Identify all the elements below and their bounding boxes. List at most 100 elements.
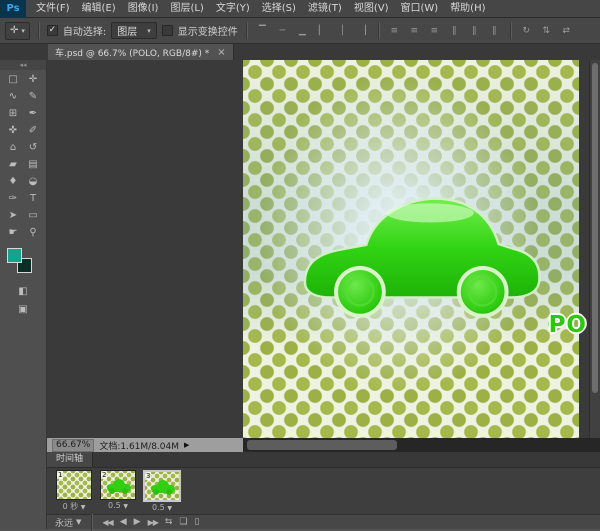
timeline-frames: 1 0 秒 ▼ 2 0.5 ▼ 3 0.5 ▼: [47, 467, 600, 514]
healing-brush-tool[interactable]: ✜: [3, 122, 23, 139]
delete-frame-button[interactable]: ▯: [195, 517, 200, 527]
distribute-top-icon[interactable]: ≡: [387, 23, 402, 39]
frame-number: 1: [57, 471, 64, 479]
gradient-tool[interactable]: ▤: [23, 156, 43, 173]
canvas-area[interactable]: PO: [47, 60, 600, 438]
chevron-down-icon: ▼: [123, 503, 128, 510]
auto-select-checkbox[interactable]: ✓: [46, 25, 58, 36]
options-bar: ✛ ▾ ✓ 自动选择: 图层 ▾ 显示变换控件 ▔ ─ ▁ ▏ │ ▕ ≡ ≡ …: [0, 18, 600, 44]
dodge-tool[interactable]: ◒: [23, 173, 43, 190]
brush-tool[interactable]: ✐: [23, 122, 43, 139]
divider: [245, 22, 247, 39]
frame-thumbnail[interactable]: 1: [56, 470, 92, 500]
menu-edit[interactable]: 编辑(E): [76, 0, 122, 18]
rectangular-marquee-tool[interactable]: □: [3, 71, 23, 88]
align-vertical-centers-icon[interactable]: ─: [275, 23, 290, 39]
frame-delay-selector[interactable]: 0.5 ▼: [142, 503, 182, 512]
3d-drag-icon[interactable]: ⇄: [559, 23, 574, 39]
loop-count-dropdown[interactable]: 永远 ▼: [55, 516, 81, 529]
tools-panel: ◂◂ □ ✛ ∿ ✎ ⊞ ✒ ✜ ✐ ⌂ ↺ ▰ ▤ ♦ ◒ ✑ T ➤ ▭ ☛…: [0, 60, 47, 529]
first-frame-button[interactable]: ◀◀: [102, 518, 113, 527]
screen-mode-button[interactable]: ▣: [18, 302, 27, 316]
auto-select-target-value: 图层: [117, 27, 138, 38]
auto-select-target-dropdown[interactable]: 图层 ▾: [111, 22, 157, 39]
shape-tool[interactable]: ▭: [23, 207, 43, 224]
tween-button[interactable]: ⇆: [165, 517, 173, 527]
vertical-scrollbar-thumb[interactable]: [592, 63, 598, 393]
previous-frame-button[interactable]: ◀: [120, 517, 127, 527]
divider: [509, 22, 511, 39]
menu-view[interactable]: 视图(V): [348, 0, 395, 18]
horizontal-scrollbar[interactable]: [243, 438, 600, 452]
eraser-tool[interactable]: ▰: [3, 156, 23, 173]
frame-delay-selector[interactable]: 0 秒 ▼: [54, 501, 94, 512]
next-frame-button[interactable]: ▶▶: [148, 518, 159, 527]
document-image[interactable]: PO: [243, 60, 586, 438]
animation-frame-3-selected[interactable]: 3 0.5 ▼: [142, 470, 182, 512]
horizontal-scrollbar-thumb[interactable]: [247, 440, 397, 450]
document-tab-bar: 车.psd @ 66.7% (POLO, RGB/8#) * ×: [0, 44, 600, 60]
align-left-edges-icon[interactable]: ▏: [315, 23, 330, 39]
frame-delay-selector[interactable]: 0.5 ▼: [98, 501, 138, 510]
menu-layer[interactable]: 图层(L): [164, 0, 209, 18]
tab-timeline[interactable]: 时间轴: [47, 452, 94, 467]
history-brush-tool[interactable]: ↺: [23, 139, 43, 156]
pen-tool[interactable]: ✑: [3, 190, 23, 207]
zoom-level-field[interactable]: 66.67%: [52, 438, 95, 452]
vertical-scrollbar[interactable]: [589, 60, 600, 438]
foreground-color-swatch[interactable]: [7, 248, 22, 263]
clone-stamp-tool[interactable]: ⌂: [3, 139, 23, 156]
align-top-edges-icon[interactable]: ▔: [255, 23, 270, 39]
chevron-down-icon: ▾: [147, 26, 151, 35]
quick-selection-tool[interactable]: ✎: [23, 88, 43, 105]
status-flyout-icon[interactable]: ▶: [184, 441, 189, 449]
chevron-down-icon: ▾: [21, 26, 25, 35]
distribute-bottom-icon[interactable]: ≡: [427, 23, 442, 39]
frame-thumbnail[interactable]: 3: [143, 470, 181, 502]
lasso-tool[interactable]: ∿: [3, 88, 23, 105]
tool-preset-picker[interactable]: ✛ ▾: [5, 21, 30, 40]
chevron-down-icon: ▼: [80, 504, 86, 511]
move-tool[interactable]: ✛: [23, 71, 43, 88]
distribute-vertical-icon[interactable]: ≡: [407, 23, 422, 39]
menu-filter[interactable]: 滤镜(T): [302, 0, 348, 18]
menu-image[interactable]: 图像(I): [122, 0, 165, 18]
zoom-tool[interactable]: ⚲: [23, 224, 43, 241]
menu-help[interactable]: 帮助(H): [444, 0, 491, 18]
distribute-right-icon[interactable]: ∥: [487, 23, 502, 39]
car-rear-wheel: [334, 265, 386, 318]
tool-grid: □ ✛ ∿ ✎ ⊞ ✒ ✜ ✐ ⌂ ↺ ▰ ▤ ♦ ◒ ✑ T ➤ ▭ ☛ ⚲: [0, 70, 46, 242]
play-button[interactable]: ▶: [134, 517, 141, 527]
blur-tool[interactable]: ♦: [3, 173, 23, 190]
crop-tool[interactable]: ⊞: [3, 105, 23, 122]
path-selection-tool[interactable]: ➤: [3, 207, 23, 224]
3d-rotate-icon[interactable]: ↻: [519, 23, 534, 39]
quick-mask-button[interactable]: ◧: [18, 284, 27, 298]
status-info: 66.67% 文档:1.61M/8.04M ▶: [47, 438, 243, 452]
align-right-edges-icon[interactable]: ▕: [355, 23, 370, 39]
menu-file[interactable]: 文件(F): [30, 0, 76, 18]
document-tab[interactable]: 车.psd @ 66.7% (POLO, RGB/8#) * ×: [48, 44, 234, 60]
hand-tool[interactable]: ☛: [3, 224, 23, 241]
menu-type[interactable]: 文字(Y): [210, 0, 256, 18]
distribute-center-icon[interactable]: ∥: [467, 23, 482, 39]
photoshop-logo: Ps: [0, 0, 26, 18]
timeline-panel: 时间轴 1 0 秒 ▼ 2 0.5 ▼ 3 0.5 ▼ 永远 ▼ ◀◀ ◀ ▶ …: [47, 452, 600, 531]
align-bottom-edges-icon[interactable]: ▁: [295, 23, 310, 39]
loop-count-value: 永远: [55, 518, 74, 529]
align-horizontal-centers-icon[interactable]: │: [335, 23, 350, 39]
menu-select[interactable]: 选择(S): [256, 0, 302, 18]
type-tool[interactable]: T: [23, 190, 43, 207]
distribute-left-icon[interactable]: ∥: [447, 23, 462, 39]
eyedropper-tool[interactable]: ✒: [23, 105, 43, 122]
frame-thumbnail[interactable]: 2: [100, 470, 136, 500]
3d-roll-icon[interactable]: ⇅: [539, 23, 554, 39]
divider: [377, 22, 379, 39]
animation-frame-1[interactable]: 1 0 秒 ▼: [54, 470, 94, 512]
animation-frame-2[interactable]: 2 0.5 ▼: [98, 470, 138, 510]
show-transform-checkbox[interactable]: [161, 25, 173, 36]
toolbar-collapse-button[interactable]: ◂◂: [0, 60, 46, 70]
menu-window[interactable]: 窗口(W): [394, 0, 444, 18]
duplicate-frame-button[interactable]: ❏: [179, 517, 187, 527]
close-icon[interactable]: ×: [217, 47, 225, 58]
